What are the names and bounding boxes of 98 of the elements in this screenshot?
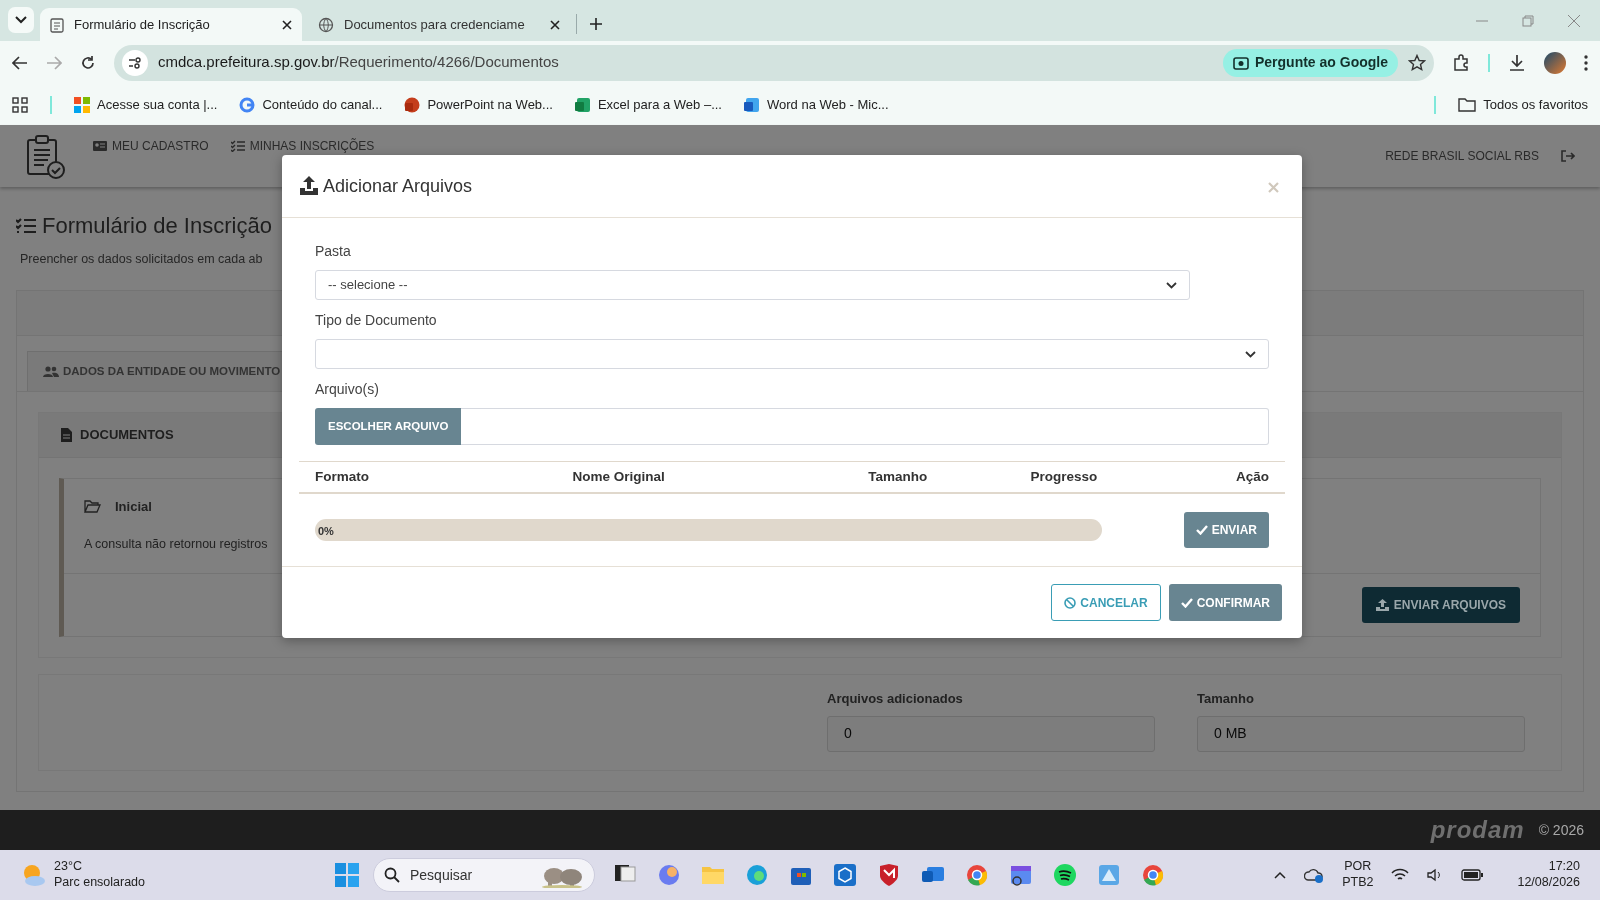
apps-grid-icon[interactable] <box>12 96 28 113</box>
chrome-icon[interactable] <box>965 863 989 887</box>
page-title: Formulário de Inscrição <box>42 212 272 240</box>
profile-avatar[interactable] <box>1544 51 1566 74</box>
clock-time: 17:20 <box>1547 859 1580 875</box>
g-logo-icon <box>239 96 256 113</box>
all-bookmarks-link[interactable]: Todos os favoritos <box>1458 94 1588 115</box>
site-settings-icon[interactable] <box>122 49 148 76</box>
document-icon <box>61 428 72 442</box>
modal-title: Adicionar Arquivos <box>323 174 473 198</box>
field-label: Arquivos adicionados <box>827 690 964 709</box>
folder-name: Inicial <box>115 498 152 516</box>
music-app-icon[interactable] <box>1053 863 1077 887</box>
cloud-icon[interactable] <box>1304 867 1325 883</box>
ask-google-button[interactable]: Pergunte ao Google <box>1223 48 1398 77</box>
select-field[interactable] <box>315 339 1269 369</box>
ban-icon <box>1064 596 1077 609</box>
search-icon <box>384 867 400 883</box>
url-text: cmdca.prefeitura.sp.gov.br/Requerimento/4266/Documentos <box>158 52 559 73</box>
choose-file-button[interactable]: ESCOLHER ARQUIVO <box>315 408 462 445</box>
bookmark[interactable]: Acesse sua conta |... <box>74 94 218 115</box>
column-header: Formato <box>315 468 369 484</box>
clock-date: 12/08/2026 <box>1517 875 1580 891</box>
check-icon <box>1195 525 1208 535</box>
bookmark[interactable]: Conteúdo do canal... <box>239 94 383 115</box>
cube-icon[interactable] <box>833 863 857 887</box>
footer-logo: prodam <box>1430 815 1525 845</box>
select-field[interactable]: -- selecione -- <box>315 270 1190 300</box>
temperature-text: 23°C <box>54 859 83 875</box>
language-text: POR <box>1343 859 1373 875</box>
user-name: REDE BRASIL SOCIAL RBS <box>1385 148 1539 165</box>
field-label: Tamanho <box>1197 690 1255 709</box>
send-files-button[interactable]: ENVIAR ARQUIVOS <box>1361 587 1520 624</box>
column-header: Tamanho <box>868 468 928 484</box>
calendar-icon[interactable] <box>1009 863 1033 887</box>
weather-text: Parc ensolarado <box>54 875 146 891</box>
address-bar[interactable]: cmdca.prefeitura.sp.gov.br/Requerimento/4266/Documentos Pergunte ao Google <box>114 44 1434 81</box>
menu-icon[interactable] <box>1584 54 1588 71</box>
copyright-text: © 2026 <box>1538 820 1584 840</box>
reload-icon[interactable] <box>80 54 96 71</box>
chevron-down-icon <box>1245 350 1256 358</box>
bookmark[interactable]: Word na Web - Mic... <box>744 94 889 115</box>
grid-logo-icon <box>74 96 90 113</box>
check-icon <box>1180 597 1193 608</box>
upload-icon <box>299 176 319 196</box>
download-icon[interactable] <box>1508 53 1526 72</box>
chrome-icon[interactable] <box>1141 863 1165 887</box>
close-icon[interactable] <box>550 19 560 30</box>
send-button[interactable]: ENVIAR <box>1183 512 1269 548</box>
column-header: Ação <box>1235 468 1269 484</box>
tab-search-button[interactable] <box>8 7 34 33</box>
clipboard-check-icon <box>25 133 65 179</box>
star-icon[interactable] <box>1408 53 1426 72</box>
shield-icon[interactable] <box>877 863 901 887</box>
confirm-button[interactable]: CONFIRMAR <box>1168 584 1282 621</box>
checklist-icon <box>16 216 36 235</box>
windows-logo-icon[interactable] <box>335 863 359 887</box>
users-icon <box>43 366 59 377</box>
file-name-field[interactable] <box>461 408 1269 445</box>
section-title: DOCUMENTOS <box>80 426 174 445</box>
readonly-field: 0 MB <box>1197 715 1525 752</box>
page-subtitle: Preencher os dados solicitados em cada ab <box>20 251 263 268</box>
upload-icon <box>1375 599 1389 612</box>
keyboard-layout-text: PTB2 <box>1342 875 1374 891</box>
bookmark[interactable]: PowerPoint na Web... <box>404 94 553 115</box>
spreadsheet-app-icon <box>574 96 591 113</box>
field-label: Arquivo(s) <box>315 380 380 399</box>
browser-tab[interactable]: Documentos para credenciame <box>308 8 570 41</box>
checklist-icon <box>230 140 245 152</box>
field-label: Pasta <box>315 242 352 261</box>
field-label: Tipo de Documento <box>315 311 438 330</box>
bookmark[interactable]: Excel para a Web –... <box>574 94 722 115</box>
wifi-icon[interactable] <box>1391 868 1410 882</box>
progress-text: 0% <box>318 524 334 539</box>
chevron-down-icon <box>1166 281 1177 289</box>
document-app-icon <box>744 96 760 113</box>
chevron-up-icon[interactable] <box>1274 871 1287 879</box>
column-header: Progresso <box>1030 468 1098 484</box>
new-tab-icon[interactable] <box>589 17 603 31</box>
readonly-field: 0 <box>827 715 1155 752</box>
globe-icon <box>318 16 334 33</box>
taskbar-search[interactable]: Pesquisar <box>373 858 595 892</box>
chevron-down-icon <box>15 16 27 24</box>
folder-icon <box>1458 97 1477 112</box>
nav-link[interactable]: MEU CADASTRO <box>93 137 209 155</box>
camera-icon <box>1233 54 1249 71</box>
column-header: Nome Original <box>572 468 665 484</box>
logout-icon[interactable] <box>1561 150 1575 162</box>
close-icon[interactable] <box>282 19 292 30</box>
battery-icon[interactable] <box>1461 869 1484 881</box>
clipboard-icon <box>50 16 64 33</box>
id-card-icon <box>93 140 107 152</box>
extension-icon[interactable] <box>1452 53 1470 72</box>
nav-link[interactable]: MINHAS INSCRIÇÕES <box>230 137 375 155</box>
back-icon[interactable] <box>12 55 28 70</box>
close-icon <box>1268 182 1279 194</box>
folder-open-icon <box>84 500 101 514</box>
browser-tab[interactable]: Formulário de Inscrição <box>40 8 302 41</box>
